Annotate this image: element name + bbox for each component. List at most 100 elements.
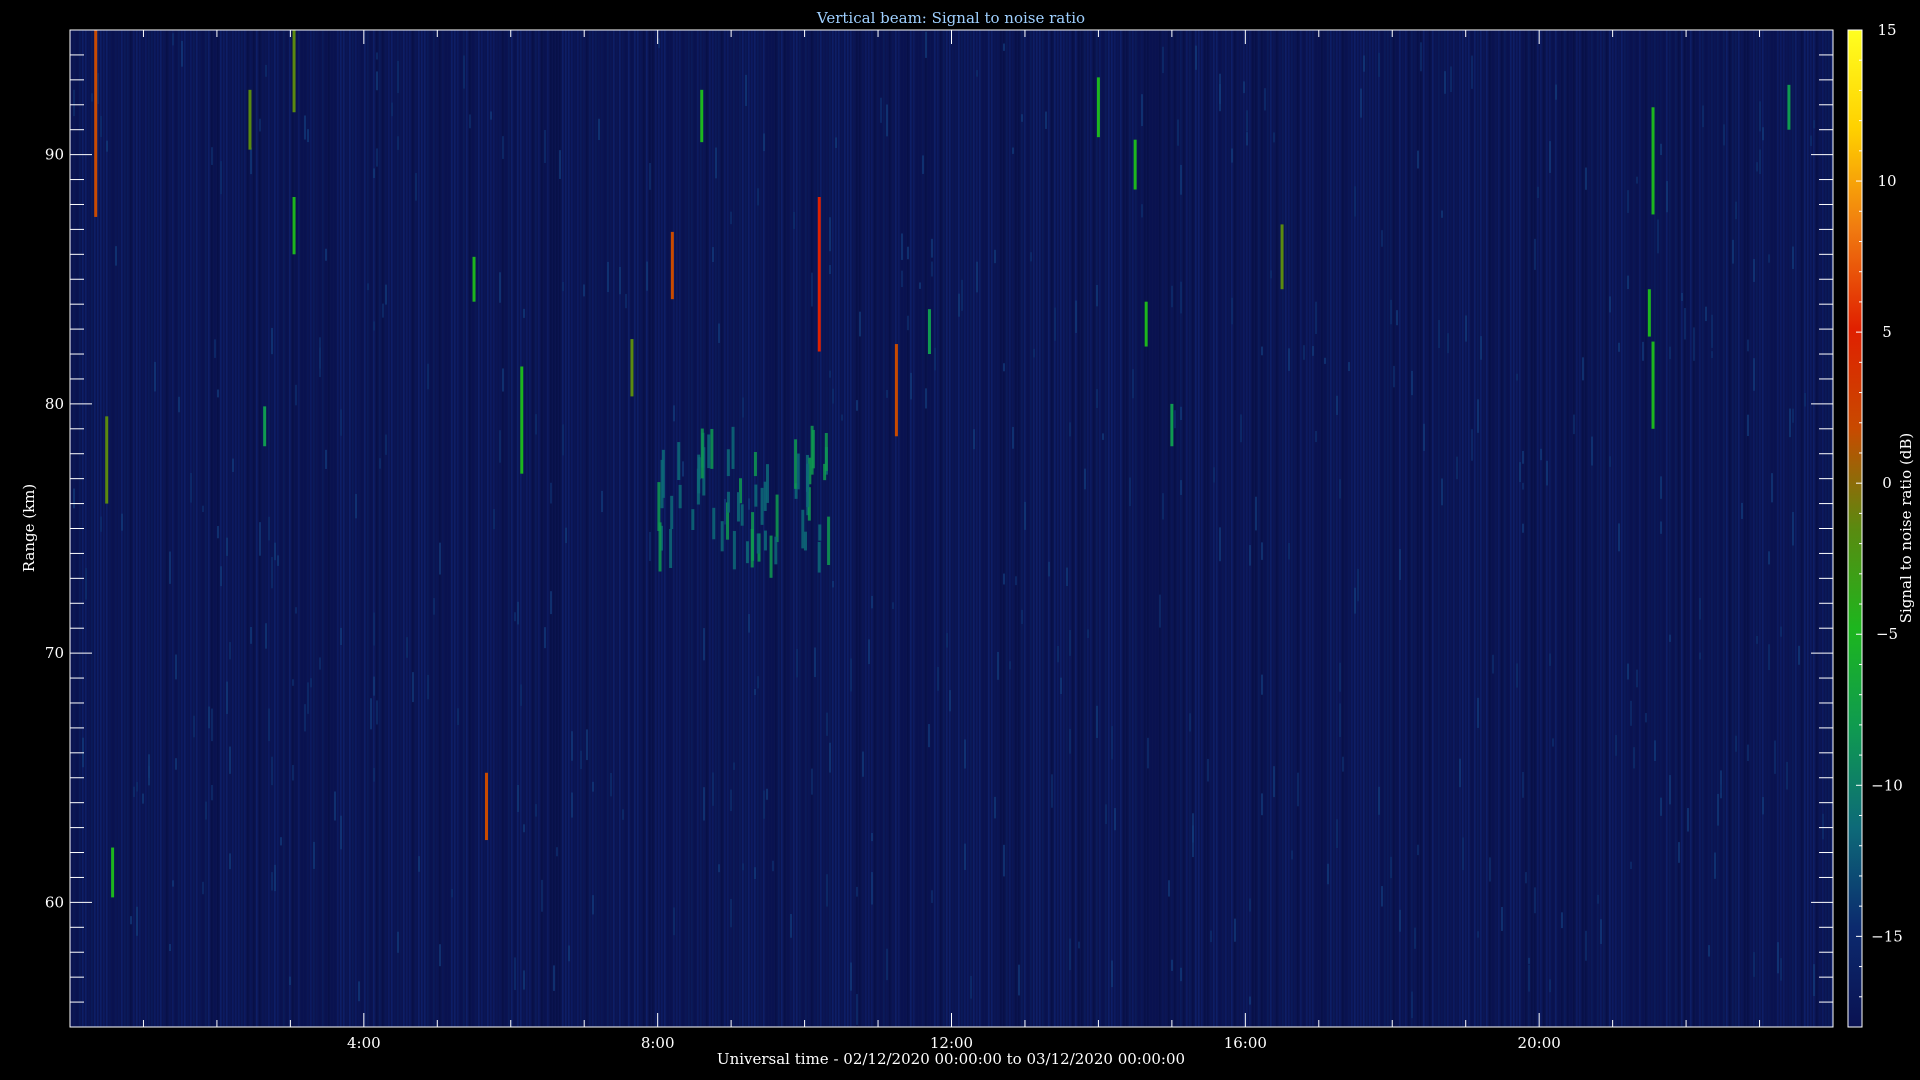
echo-cluster-cell: [660, 459, 664, 509]
time-column: [388, 30, 390, 1027]
noise-speckle: [1630, 861, 1632, 870]
noise-speckle: [841, 414, 843, 421]
time-column: [748, 30, 750, 1027]
time-column: [1009, 30, 1011, 1027]
noise-speckle: [1546, 460, 1548, 486]
noise-speckle: [1804, 392, 1806, 407]
time-column: [1060, 30, 1062, 1027]
time-column: [1039, 30, 1041, 1027]
time-column: [1723, 30, 1725, 1027]
noise-speckle: [376, 700, 378, 725]
colorbar: [1847, 29, 1863, 1028]
time-column: [811, 30, 813, 1027]
time-column: [313, 30, 315, 1027]
noise-speckle: [1291, 850, 1293, 860]
noise-speckle: [1297, 772, 1299, 807]
x-tick-label: 20:00: [1518, 1034, 1561, 1052]
time-column: [625, 30, 627, 1027]
noise-speckle: [1009, 661, 1011, 670]
time-column: [1759, 30, 1761, 1027]
noise-speckle: [229, 642, 231, 660]
noise-speckle: [1810, 135, 1812, 146]
time-column: [1549, 30, 1551, 1027]
echo-cluster-cell: [806, 463, 810, 508]
time-column: [1744, 30, 1746, 1027]
time-column: [109, 30, 111, 1027]
echo-feature: [1096, 77, 1100, 138]
noise-speckle: [601, 490, 603, 513]
time-column: [958, 30, 960, 1027]
noise-speckle: [271, 756, 273, 786]
time-column: [1741, 30, 1743, 1027]
time-column: [1384, 30, 1386, 1027]
time-column: [595, 30, 597, 1027]
colorbar-label: Signal to noise ratio (dB): [1897, 433, 1915, 624]
time-column: [1096, 30, 1098, 1027]
time-column: [304, 30, 306, 1027]
time-column: [733, 30, 735, 1027]
time-column: [814, 30, 816, 1027]
time-column: [1354, 30, 1356, 1027]
time-column: [172, 30, 174, 1027]
time-column: [412, 30, 414, 1027]
time-column: [1036, 30, 1038, 1027]
noise-speckle: [499, 430, 501, 463]
time-column: [1495, 30, 1497, 1027]
time-column: [646, 30, 648, 1027]
time-column: [559, 30, 561, 1027]
noise-speckle: [1636, 176, 1638, 184]
echo-cluster-cell: [677, 442, 681, 481]
noise-speckle: [169, 944, 171, 952]
time-column: [961, 30, 963, 1027]
noise-speckle: [376, 52, 378, 60]
noise-speckle: [415, 173, 417, 201]
time-column: [772, 30, 774, 1027]
noise-speckle: [214, 339, 216, 358]
noise-speckle: [1231, 297, 1233, 325]
time-column: [1075, 30, 1077, 1027]
noise-speckle: [1180, 480, 1182, 495]
time-column: [1387, 30, 1389, 1027]
noise-speckle: [886, 104, 888, 137]
time-column: [769, 30, 771, 1027]
noise-speckle: [1003, 844, 1005, 877]
noise-speckle: [1255, 496, 1257, 531]
time-column: [883, 30, 885, 1027]
noise-speckle: [1084, 468, 1086, 490]
time-column: [1603, 30, 1605, 1027]
noise-speckle: [1381, 886, 1383, 907]
time-column: [1141, 30, 1143, 1027]
noise-speckle: [724, 498, 726, 525]
time-column: [1285, 30, 1287, 1027]
noise-speckle: [271, 327, 273, 355]
time-column: [1309, 30, 1311, 1027]
noise-speckle: [1516, 663, 1518, 688]
noise-speckle: [1069, 728, 1071, 754]
echo-cluster-cell: [817, 541, 821, 573]
time-column: [571, 30, 573, 1027]
echo-cluster-cell: [754, 484, 758, 507]
time-column: [967, 30, 969, 1027]
x-tick-label: 4:00: [347, 1034, 381, 1052]
echo-feature: [105, 416, 109, 504]
noise-speckle: [382, 303, 384, 318]
noise-speckle: [1051, 774, 1053, 808]
time-column: [538, 30, 540, 1027]
noise-speckle: [502, 136, 504, 159]
noise-speckle: [319, 347, 321, 378]
noise-speckle: [1735, 201, 1737, 220]
time-column: [103, 30, 105, 1027]
time-column: [385, 30, 387, 1027]
time-column: [325, 30, 327, 1027]
time-column: [901, 30, 903, 1027]
time-column: [1438, 30, 1440, 1027]
time-column: [286, 30, 288, 1027]
noise-speckle: [1471, 429, 1473, 461]
noise-speckle: [211, 708, 213, 742]
noise-speckle: [1492, 654, 1494, 674]
time-column: [1534, 30, 1536, 1027]
noise-speckle: [649, 162, 651, 190]
time-column: [1510, 30, 1512, 1027]
time-column: [1771, 30, 1773, 1027]
time-column: [1003, 30, 1005, 1027]
